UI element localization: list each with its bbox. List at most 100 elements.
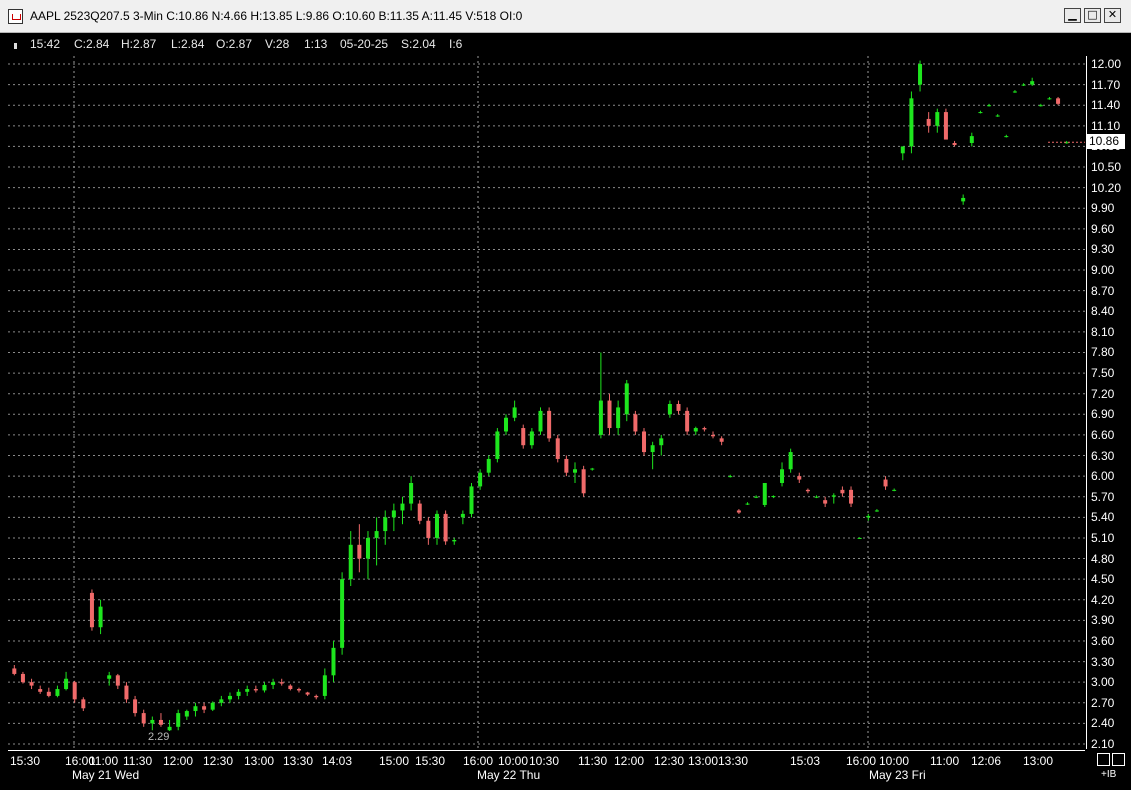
candle [693, 426, 698, 435]
ib-label[interactable]: +IB [1101, 769, 1116, 780]
candle [262, 682, 267, 693]
candle [676, 400, 681, 415]
candle [935, 108, 940, 133]
price-label: 2.10 [1091, 737, 1115, 751]
price-label: 6.30 [1091, 448, 1115, 463]
candle [995, 114, 1000, 117]
candle [633, 410, 638, 435]
candle [538, 407, 543, 435]
time-label: 16:00 [463, 754, 494, 768]
candle [529, 428, 534, 449]
candle [512, 400, 517, 422]
candle [150, 716, 155, 731]
window-title: AAPL 2523Q207.5 3-Min C:10.86 N:4.66 H:1… [30, 9, 523, 23]
candle [952, 140, 957, 147]
price-label: 10.50 [1091, 160, 1122, 175]
candle [72, 680, 77, 703]
time-label: 10:00 [498, 754, 529, 768]
candle [987, 103, 992, 107]
time-label: 15:30 [415, 754, 446, 768]
candle [210, 701, 215, 712]
candle [805, 488, 810, 494]
candle [124, 682, 129, 703]
candle [598, 352, 603, 439]
expand-icon[interactable] [1097, 753, 1110, 766]
candle [253, 685, 258, 693]
candle [797, 472, 802, 483]
time-label: 16:00 [846, 754, 877, 768]
candle [719, 436, 724, 446]
price-label: 9.30 [1091, 242, 1115, 257]
candle [814, 495, 819, 499]
candle [314, 694, 319, 700]
candle [357, 524, 362, 573]
price-label: 5.40 [1091, 510, 1115, 525]
time-axis[interactable]: 15:30 16:00 11:00 11:30 12:00 12:30 13:0… [8, 750, 1085, 789]
candle [495, 428, 500, 463]
candle [331, 640, 336, 683]
candle [478, 469, 483, 490]
time-label: 15:30 [10, 754, 41, 768]
price-label: 7.80 [1091, 345, 1115, 360]
time-label: 11:30 [123, 754, 153, 768]
candle [55, 685, 60, 698]
time-label: 15:00 [379, 754, 410, 768]
time-label: 13:00 [1023, 754, 1054, 768]
title-bar[interactable]: AAPL 2523Q207.5 3-Min C:10.86 N:4.66 H:1… [0, 0, 1131, 33]
candle [521, 424, 526, 449]
candle [1038, 103, 1043, 107]
candle [961, 194, 966, 205]
candle [607, 393, 612, 435]
candle [762, 482, 767, 508]
candle [823, 496, 828, 508]
info-size: S:2.04 [401, 37, 436, 51]
maximize-button[interactable]: □ [1084, 8, 1101, 23]
candle [909, 91, 914, 154]
time-label: 14:03 [322, 754, 353, 768]
info-high: H:2.87 [121, 37, 157, 51]
price-label: 6.90 [1091, 407, 1115, 422]
candle [115, 673, 120, 690]
candle [555, 434, 560, 463]
price-label: 8.70 [1091, 283, 1115, 298]
info-index: I:6 [449, 37, 463, 51]
price-label: 5.10 [1091, 530, 1115, 545]
time-label: 12:30 [654, 754, 685, 768]
candle [279, 678, 284, 686]
candle [141, 709, 146, 727]
app-icon[interactable] [8, 9, 23, 24]
candle [176, 709, 181, 731]
time-label: 11:30 [578, 754, 608, 768]
settings-box-icon[interactable] [1112, 753, 1125, 766]
price-label: 8.10 [1091, 324, 1115, 339]
date-label: May 22 Thu [477, 768, 541, 782]
candle [581, 465, 586, 497]
time-label: 12:06 [971, 754, 1002, 768]
candle [322, 668, 327, 700]
candle [771, 495, 776, 499]
candle [202, 702, 207, 714]
price-label: 7.20 [1091, 386, 1115, 401]
price-chart[interactable] [8, 56, 1085, 749]
candle [547, 407, 552, 442]
date-label: May 21 Wed [72, 768, 140, 782]
candle [452, 537, 457, 545]
date-label: May 23 Fri [869, 768, 926, 782]
price-label: 6.00 [1091, 469, 1115, 484]
info-open: O:2.87 [216, 37, 253, 51]
minimize-button[interactable]: ▁ [1064, 8, 1081, 23]
price-label: 8.40 [1091, 304, 1115, 319]
candle [736, 509, 741, 514]
candle [383, 510, 388, 545]
candle [365, 531, 370, 580]
close-button[interactable]: ✕ [1104, 8, 1121, 23]
marker-icon [14, 43, 17, 49]
candle [1047, 96, 1052, 100]
price-label: 4.20 [1091, 592, 1115, 607]
candle [469, 482, 474, 518]
price-label: 9.90 [1091, 201, 1115, 216]
candle [1056, 96, 1061, 106]
candle [1021, 83, 1026, 86]
candle [642, 428, 647, 456]
candle [245, 685, 250, 696]
